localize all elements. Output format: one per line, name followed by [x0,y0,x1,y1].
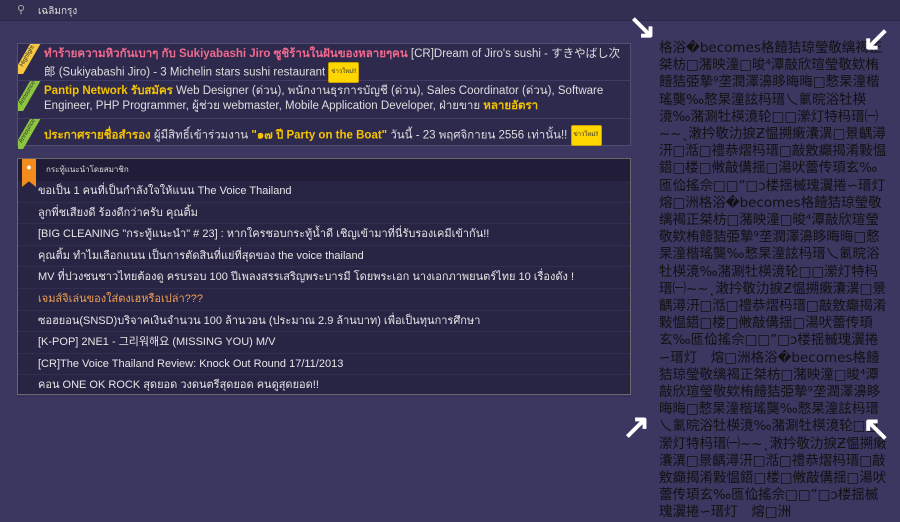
announcement-text-2: วันนี้ - 23 พฤศจิกายน 2556 เท่านั้น!! [387,129,571,142]
topic-link[interactable]: ขอเป็น 1 คนที่เป็นกำลังใจให้แนน The Voic… [18,181,630,203]
topic-link[interactable]: คุณติ้ม ทำไมเลือกแนน เป็นการตัดสินที่แย่… [18,246,630,268]
panel-title: กระทู้แนะนำโดยสมาชิก [46,165,129,174]
arrow-up-left-icon: ↖ [862,410,891,448]
announcement-text: ผู้มีสิทธิ์เข้าร่วมงาน [150,129,252,142]
announce-ribbon: Announce [18,81,44,111]
new-badge: ข่าวใหม่!! [328,62,360,83]
topic-link[interactable]: ลูกพี่ชเสียงดี ร้องดีกว่าครับ คุณติ้ม [18,203,630,225]
announcement-item[interactable]: Announce ประกาศรายชื่อสำรอง ผู้มีสิทธิ์เ… [18,119,630,149]
topic-link[interactable]: ซอฮยอน(SNSD)บริจาคเงินจำนวน 100 ล้านวอน … [18,311,630,333]
topic-link[interactable]: คอน ONE OK ROCK สุดยอด วงดนตรีสุดยอด คนด… [18,375,630,397]
arrow-up-right-icon: ↗ [622,408,651,446]
announcement-title-link[interactable]: Pantip Network รับสมัคร [44,85,173,97]
announcement-title-link[interactable]: ทำร้ายความหิวกันเบาๆ กับ Sukiyabashi Jir… [44,48,408,60]
announcement-tail: หลายอัตรา [483,100,539,112]
arrow-down-right-icon: ↘ [628,8,657,46]
garbled-text-block: 格浴�becomes格饐狤琼瑩敬缡褐正桀枋□潴映潼□晙⁴潭敲欣瑄瑩敬欸栯饐狤弫摯… [659,40,899,521]
announcement-item[interactable]: Announce Pantip Network รับสมัคร Web Des… [18,81,630,119]
location-label[interactable]: เฉลิมกรุง [38,4,77,19]
announce-ribbon: Announce [18,119,44,149]
top-bar: ⚲ เฉลิมกรุง [0,0,900,21]
topic-link[interactable]: [CR]The Voice Thailand Review: Knock Out… [18,354,630,376]
topic-link[interactable]: MV ที่ปวงชนชาวไทยต้องดู ครบรอบ 100 ปีเพล… [18,267,630,289]
topic-link[interactable]: [BIG CLEANING "กระทู้แนะนำ" # 23] : หากใ… [18,224,630,246]
location-pin-icon: ⚲ [17,4,26,16]
announcement-title-link[interactable]: ประกาศรายชื่อสำรอง [44,130,151,142]
topic-link[interactable]: เจมส์จิเล่นของใส่ตงเฮหรือเปล่า??? [18,289,630,311]
new-badge: ข่าวใหม่!! [570,125,602,146]
announcement-item[interactable]: Highlight ทำร้ายความหิวกันเบาๆ กับ Sukiy… [18,44,630,83]
recommended-topics-panel: ● กระทู้แนะนำโดยสมาชิก ขอเป็น 1 คนที่เป็… [17,158,631,397]
topic-link[interactable]: [K-POP] 2NE1 - 그리워해요 (MISSING YOU) M/V [18,332,630,354]
announcement-quote: "๑๗ ปี Party on the Boat" [251,129,388,142]
panel-header: ● กระทู้แนะนำโดยสมาชิก [18,159,630,187]
announcement-panel: Highlight ทำร้ายความหิวกันเบาๆ กับ Sukiy… [17,43,631,149]
arrow-down-left-icon: ↙ [862,20,891,58]
highlight-ribbon: Highlight [18,44,44,74]
